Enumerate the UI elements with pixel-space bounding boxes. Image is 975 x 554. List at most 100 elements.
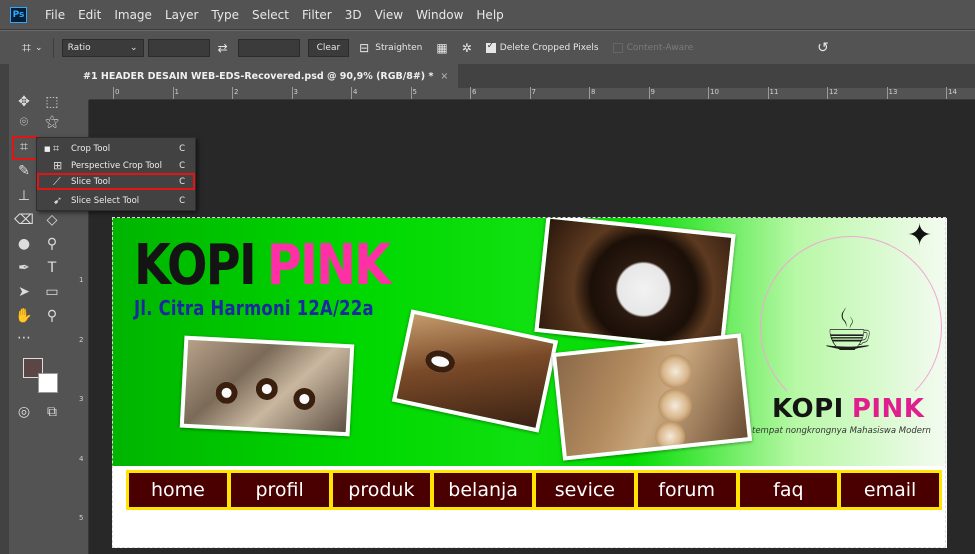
ruler-tick-label: 0 [115,88,120,96]
logo-tagline: tempat nongkrongnya Mahasiswa Modern [752,426,931,436]
more-tools-icon[interactable]: ⋯ [14,328,34,348]
ruler-tick-label: 14 [948,88,957,96]
chevron-down-icon: ⌄ [130,42,138,53]
flyout-label: Slice Select Tool [71,195,140,206]
flyout-label: Slice Tool [71,176,111,187]
nav-home[interactable]: home [129,473,227,507]
stamp-icon[interactable]: ⊥ [14,186,34,206]
zoom-icon[interactable]: ⚲ [42,306,62,326]
nav-forum[interactable]: forum [637,473,736,507]
divider [52,37,54,58]
delete-cropped-label: Delete Cropped Pixels [499,42,599,53]
ruler-tick-mark [291,87,293,99]
ruler-tick-label: 1 [79,276,84,284]
delete-cropped-checkbox[interactable] [485,41,496,53]
ruler-tick-label: 1 [174,88,179,96]
document-tab-bar: #1 HEADER DESAIN WEB-EDS-Recovered.psd @… [77,64,975,88]
grid-overlay-icon[interactable]: ▦ [436,41,447,55]
ruler-tick-mark [767,87,769,99]
photo-coffee-beans [391,309,559,433]
header-banner: KOPIPINK Jl. Citra Harmoni 12A/22a ✦ ☕ [112,218,947,466]
menu-bar: Ps File Edit Image Layer Type Select Fil… [0,0,975,30]
nav-belanja[interactable]: belanja [434,473,532,507]
path-selection-icon[interactable]: ➤ [14,282,34,302]
flyout-item-crop-tool[interactable]: ■ ⌗ Crop Tool C [37,140,195,157]
nav-faq[interactable]: faq [739,473,838,507]
menu-file[interactable]: File [45,8,65,22]
slice-select-icon: ➹ [53,194,63,207]
clear-button[interactable]: Clear [307,38,350,57]
flyout-item-perspective-crop[interactable]: ⊞ Perspective Crop Tool C [37,157,195,174]
eraser-icon[interactable]: ⌫ [14,210,34,230]
quick-mask-icon[interactable]: ◎ [14,402,34,422]
ruler-tick-mark [708,87,709,99]
ruler-tick-label: 4 [79,454,84,463]
perspective-crop-icon: ⊞ [53,159,63,172]
ruler-tick-mark [648,87,650,99]
screen-mode-icon[interactable]: ⧉ [42,402,62,422]
document-tab-title: #1 HEADER DESAIN WEB-EDS-Recovered.psd @… [83,70,434,82]
menu-3d[interactable]: 3D [345,8,362,22]
logo-text: KOPI PINK [772,394,924,424]
paint-bucket-icon[interactable]: ◇ [42,210,62,230]
ruler-tick-mark [172,87,174,99]
dodge-icon[interactable]: ⚲ [42,234,62,254]
ruler-tick-label: 13 [888,88,898,96]
crop-icon[interactable]: ⌗ [22,38,31,58]
banner-title: KOPI PINK [134,238,391,294]
menu-view[interactable]: View [375,8,403,22]
content-aware-checkbox[interactable] [612,42,623,53]
straighten-icon[interactable]: ⊟ [359,41,369,55]
nav-produk[interactable]: produk [332,473,431,507]
menu-type[interactable]: Type [211,8,239,22]
toolbar-collapse-strip[interactable] [0,64,9,554]
move-icon[interactable]: ✥ [14,92,34,112]
close-icon[interactable]: × [440,71,448,82]
menu-help[interactable]: Help [476,8,503,22]
swap-icon[interactable]: ⇄ [218,41,228,55]
rectangle-icon[interactable]: ▭ [42,282,62,302]
canvas-area[interactable]: KOPIPINK Jl. Citra Harmoni 12A/22a ✦ ☕ [89,100,975,554]
menu-window[interactable]: Window [416,8,463,22]
ruler-tick-mark [232,87,233,99]
ruler-tick-mark [351,87,352,99]
straighten-label[interactable]: Straighten [375,43,422,53]
document-tab[interactable]: #1 HEADER DESAIN WEB-EDS-Recovered.psd @… [77,64,459,88]
menu-layer[interactable]: Layer [165,8,198,22]
document-canvas[interactable]: KOPIPINK Jl. Citra Harmoni 12A/22a ✦ ☕ [112,218,947,548]
lasso-icon[interactable]: ⌾ [14,112,34,132]
flyout-item-slice-select[interactable]: ➹ Slice Select Tool C [37,192,195,209]
width-input[interactable] [147,38,210,57]
magic-wand-icon[interactable]: ⚝ [42,112,62,132]
menu-filter[interactable]: Filter [302,8,332,22]
ratio-select[interactable]: Ratio ⌄ [61,38,144,57]
ruler-tick-mark [410,87,412,99]
menu-image[interactable]: Image [114,8,152,22]
flyout-shortcut: C [179,195,185,206]
flyout-item-slice-tool[interactable]: ⟋ Slice Tool C [37,173,195,190]
menu-select[interactable]: Select [252,8,289,22]
pen-icon[interactable]: ✒ [14,258,34,278]
horizontal-ruler[interactable]: 0 1 2 3 4 5 6 7 8 9 10 11 12 13 14 [89,87,975,100]
gear-icon[interactable]: ✲ [462,41,472,55]
background-color-swatch[interactable] [38,373,58,393]
chevron-down-icon[interactable]: ⌄ [35,43,43,53]
nav-profil[interactable]: profil [230,473,329,507]
photo-coffee-hands [179,335,355,437]
marquee-icon[interactable]: ⬚ [42,92,62,112]
healing-brush-icon[interactable]: ✎ [14,161,34,181]
ruler-tick-mark [946,87,947,99]
ruler-tick-mark [589,87,590,99]
type-icon[interactable]: T [42,258,62,278]
height-input[interactable] [237,38,300,57]
ruler-tick-label: 6 [472,88,477,96]
nav-email[interactable]: email [841,473,939,507]
flyout-shortcut: C [179,176,185,187]
nav-sevice[interactable]: sevice [536,473,634,507]
banner-address: Jl. Citra Harmoni 12A/22a [134,296,374,320]
hand-icon[interactable]: ✋ [14,306,34,326]
blur-icon[interactable]: ● [14,234,34,254]
banner-title-part1: KOPI [134,233,257,298]
menu-edit[interactable]: Edit [78,8,101,22]
reset-icon[interactable]: ↺ [817,40,829,56]
